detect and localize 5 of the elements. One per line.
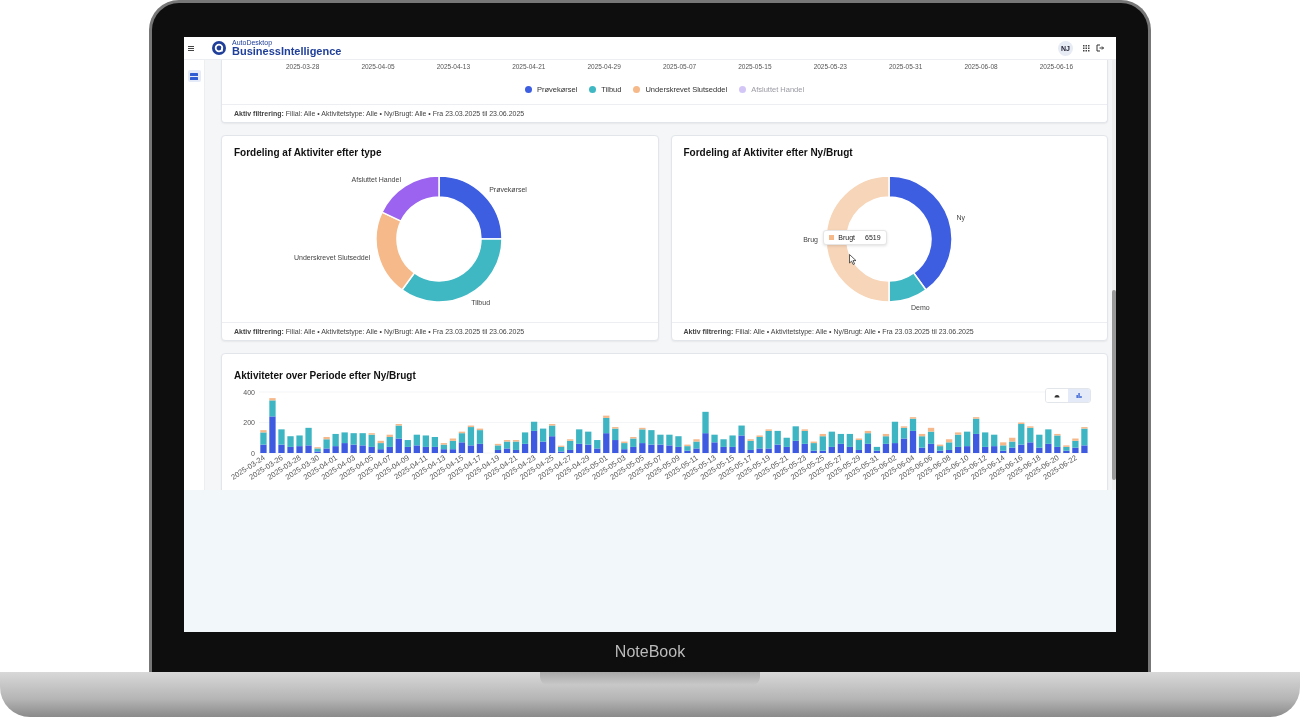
device-brand: NoteBook <box>614 642 686 662</box>
card-title: Fordeling af Aktiviter efter Ny/Brugt <box>682 147 854 158</box>
card-title: Fordeling af Aktiviter efter type <box>233 147 383 158</box>
app-title: BusinessIntelligence <box>232 46 342 57</box>
card-title: Aktiviteter over Periode efter Ny/Brugt <box>233 370 417 381</box>
